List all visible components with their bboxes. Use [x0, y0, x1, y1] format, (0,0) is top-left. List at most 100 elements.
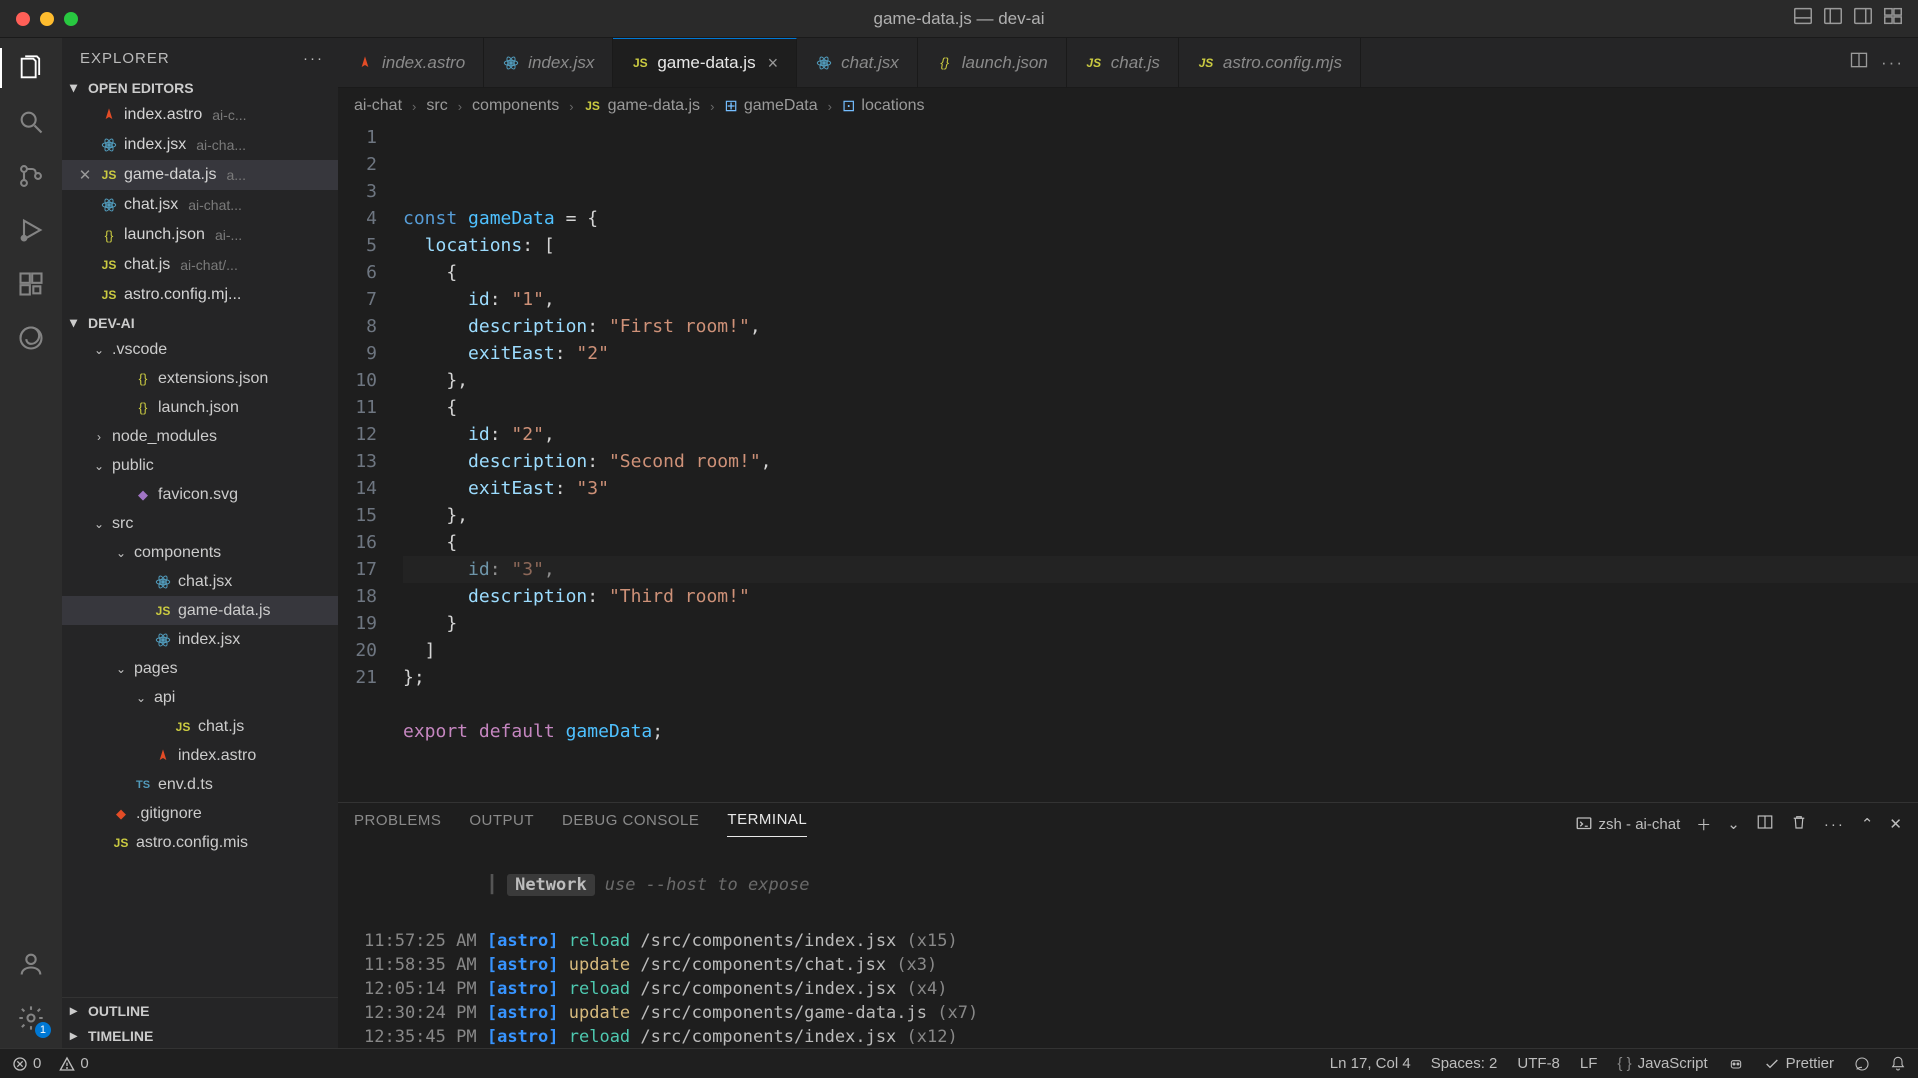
- code-line[interactable]: id: "2",: [403, 421, 1918, 448]
- tree-file[interactable]: TSenv.d.ts: [62, 770, 338, 799]
- open-editor-item[interactable]: {}launch.jsonai-...: [62, 220, 338, 250]
- tree-folder[interactable]: ⌄src: [62, 509, 338, 538]
- open-editor-item[interactable]: chat.jsxai-chat...: [62, 190, 338, 220]
- code-line[interactable]: exitEast: "3": [403, 475, 1918, 502]
- editor-tab[interactable]: JSgame-data.js×: [613, 38, 797, 87]
- tree-file[interactable]: chat.jsx: [62, 567, 338, 596]
- editor-tab[interactable]: index.astro: [338, 38, 484, 87]
- project-section[interactable]: ▾DEV-AI: [62, 310, 338, 335]
- tree-file[interactable]: JSastro.config.mis: [62, 828, 338, 857]
- problems-tab[interactable]: PROBLEMS: [354, 812, 441, 837]
- code-line[interactable]: id: "1",: [403, 286, 1918, 313]
- tree-file[interactable]: ◆favicon.svg: [62, 480, 338, 509]
- breadcrumb[interactable]: ai-chat›src›components›JSgame-data.js›⊞ …: [338, 88, 1918, 124]
- run-debug-activity-icon[interactable]: [15, 214, 47, 246]
- terminal-dropdown-icon[interactable]: ⌄: [1727, 815, 1740, 833]
- tree-folder[interactable]: ⌄.vscode: [62, 335, 338, 364]
- outline-section[interactable]: ▸OUTLINE: [62, 997, 338, 1023]
- edge-activity-icon[interactable]: [15, 322, 47, 354]
- tree-file[interactable]: {}extensions.json: [62, 364, 338, 393]
- breadcrumb-item[interactable]: src: [426, 97, 447, 115]
- breadcrumb-item[interactable]: ⊡ locations: [842, 96, 925, 116]
- status-cursor-position[interactable]: Ln 17, Col 4: [1330, 1055, 1411, 1072]
- split-editor-icon[interactable]: [1849, 50, 1869, 75]
- code-line[interactable]: };: [403, 664, 1918, 691]
- code-line[interactable]: {: [403, 259, 1918, 286]
- tree-file[interactable]: ◆.gitignore: [62, 799, 338, 828]
- open-editor-item[interactable]: index.jsxai-cha...: [62, 130, 338, 160]
- breadcrumb-item[interactable]: ⊞ gameData: [724, 96, 817, 116]
- accounts-activity-icon[interactable]: [15, 948, 47, 980]
- terminal-output[interactable]: ┃Networkuse --host to expose 11:57:25 AM…: [338, 845, 1918, 1048]
- status-eol[interactable]: LF: [1580, 1055, 1598, 1072]
- editor-tab[interactable]: JSchat.js: [1067, 38, 1179, 87]
- tree-folder[interactable]: ⌄components: [62, 538, 338, 567]
- code-line[interactable]: exitEast: "2": [403, 340, 1918, 367]
- code-line[interactable]: },: [403, 367, 1918, 394]
- code-line[interactable]: {: [403, 529, 1918, 556]
- editor-tab[interactable]: {}launch.json: [918, 38, 1067, 87]
- breadcrumb-item[interactable]: components: [472, 97, 559, 115]
- status-indentation[interactable]: Spaces: 2: [1431, 1055, 1498, 1072]
- open-editors-section[interactable]: ▾OPEN EDITORS: [62, 75, 338, 100]
- editor-tab[interactable]: index.jsx: [484, 38, 613, 87]
- tree-folder[interactable]: ⌄pages: [62, 654, 338, 683]
- status-encoding[interactable]: UTF-8: [1517, 1055, 1560, 1072]
- kill-terminal-icon[interactable]: [1790, 813, 1808, 835]
- breadcrumb-item[interactable]: ai-chat: [354, 97, 402, 115]
- status-warnings[interactable]: 0: [59, 1055, 88, 1072]
- source-control-activity-icon[interactable]: [15, 160, 47, 192]
- code-line[interactable]: ]: [403, 637, 1918, 664]
- close-tab-icon[interactable]: ×: [768, 53, 779, 74]
- customize-layout-icon[interactable]: [1882, 5, 1904, 32]
- maximize-panel-icon[interactable]: ⌃: [1861, 815, 1874, 833]
- output-tab[interactable]: OUTPUT: [469, 812, 534, 837]
- tree-file[interactable]: JSgame-data.js: [62, 596, 338, 625]
- close-window-button[interactable]: [16, 12, 30, 26]
- editor-tab[interactable]: chat.jsx: [797, 38, 918, 87]
- tree-file[interactable]: index.astro: [62, 741, 338, 770]
- status-errors[interactable]: 0: [12, 1055, 41, 1072]
- toggle-panel-icon[interactable]: [1792, 5, 1814, 32]
- search-activity-icon[interactable]: [15, 106, 47, 138]
- settings-activity-icon[interactable]: 1: [15, 1002, 47, 1034]
- terminal-more-icon[interactable]: ···: [1824, 816, 1845, 833]
- code-line[interactable]: },: [403, 502, 1918, 529]
- tree-folder[interactable]: ›node_modules: [62, 422, 338, 451]
- minimize-window-button[interactable]: [40, 12, 54, 26]
- tree-file[interactable]: {}launch.json: [62, 393, 338, 422]
- open-editor-item[interactable]: JSastro.config.mj...: [62, 280, 338, 310]
- terminal-tab[interactable]: TERMINAL: [727, 811, 807, 837]
- more-actions-icon[interactable]: ···: [1881, 53, 1904, 73]
- code-line[interactable]: locations: [: [403, 232, 1918, 259]
- toggle-secondary-panel-icon[interactable]: [1852, 5, 1874, 32]
- maximize-window-button[interactable]: [64, 12, 78, 26]
- code-line[interactable]: description: "Second room!",: [403, 448, 1918, 475]
- explorer-activity-icon[interactable]: [15, 52, 47, 84]
- code-line[interactable]: [403, 745, 1918, 772]
- timeline-section[interactable]: ▸TIMELINE: [62, 1023, 338, 1048]
- open-editor-item[interactable]: index.astroai-c...: [62, 100, 338, 130]
- close-editor-icon[interactable]: ✕: [76, 166, 94, 184]
- code-line[interactable]: }: [403, 610, 1918, 637]
- code-editor[interactable]: 123456789101112131415161718192021 const …: [338, 124, 1918, 802]
- status-copilot-icon[interactable]: [1728, 1055, 1744, 1072]
- code-line[interactable]: const gameData = {: [403, 205, 1918, 232]
- close-panel-icon[interactable]: ✕: [1889, 815, 1902, 833]
- status-language[interactable]: { }JavaScript: [1617, 1055, 1707, 1072]
- debug-console-tab[interactable]: DEBUG CONSOLE: [562, 812, 699, 837]
- terminal-picker[interactable]: zsh - ai-chat: [1575, 815, 1681, 833]
- code-line[interactable]: export default gameData;: [403, 718, 1918, 745]
- open-editor-item[interactable]: ✕JSgame-data.jsa...: [62, 160, 338, 190]
- status-notifications-icon[interactable]: [1890, 1055, 1906, 1072]
- toggle-sidebar-icon[interactable]: [1822, 5, 1844, 32]
- tree-folder[interactable]: ⌄api: [62, 683, 338, 712]
- code-line[interactable]: description: "Third room!": [403, 583, 1918, 610]
- open-editor-item[interactable]: JSchat.jsai-chat/...: [62, 250, 338, 280]
- extensions-activity-icon[interactable]: [15, 268, 47, 300]
- code-line[interactable]: description: "First room!",: [403, 313, 1918, 340]
- breadcrumb-item[interactable]: JSgame-data.js: [584, 97, 701, 115]
- code-line[interactable]: {: [403, 394, 1918, 421]
- tree-folder[interactable]: ⌄public: [62, 451, 338, 480]
- status-prettier[interactable]: Prettier: [1764, 1055, 1834, 1072]
